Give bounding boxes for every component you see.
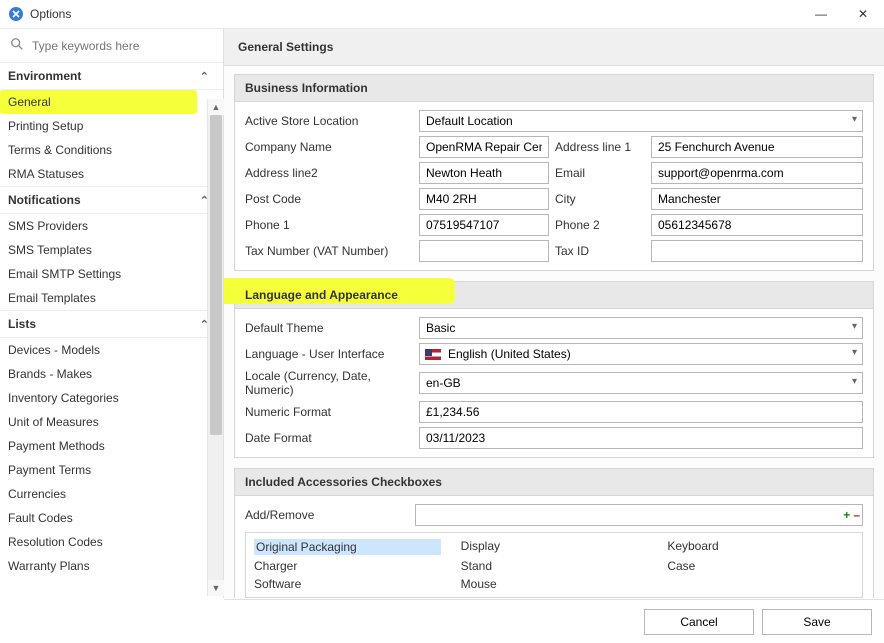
appearance-panel: Language and Appearance Default Theme La… xyxy=(234,281,874,458)
sidebar-section-title: Notifications xyxy=(8,193,81,207)
lang-select[interactable] xyxy=(419,343,863,365)
scroll-down-icon[interactable]: ▼ xyxy=(208,580,224,596)
add-accessory-button[interactable]: + xyxy=(843,508,850,522)
store-select[interactable] xyxy=(419,110,863,132)
scroll-up-icon[interactable]: ▲ xyxy=(208,99,224,115)
minimize-button[interactable]: — xyxy=(812,7,830,21)
accessory-item[interactable]: Mouse xyxy=(461,577,648,591)
lang-label: Language - User Interface xyxy=(245,347,413,361)
sidebar-section-title: Environment xyxy=(8,69,81,83)
addr1-label: Address line 1 xyxy=(555,140,645,154)
sidebar-item[interactable]: Printing Setup xyxy=(0,114,223,138)
accessories-list: Original Packaging Display Keyboard Charger… xyxy=(245,532,863,598)
addr2-label: Address line2 xyxy=(245,166,413,180)
company-input[interactable] xyxy=(419,136,549,158)
accessory-item[interactable]: Keyboard xyxy=(667,539,854,555)
sidebar-item[interactable]: Email Templates xyxy=(0,286,223,310)
dialog-footer: Cancel Save xyxy=(224,599,884,643)
phone2-label: Phone 2 xyxy=(555,218,645,232)
sidebar: Environment ⌃GeneralPrinting SetupTerms &… xyxy=(0,29,224,598)
search-icon xyxy=(10,37,24,54)
chevron-up-icon: ⌃ xyxy=(200,70,209,83)
sidebar-section-title: Lists xyxy=(8,317,36,331)
flag-us-icon xyxy=(425,349,441,360)
sidebar-item[interactable]: Devices - Models xyxy=(0,338,223,362)
city-label: City xyxy=(555,192,645,206)
sidebar-item[interactable]: Fault Codes xyxy=(0,506,223,530)
numfmt-input[interactable] xyxy=(419,401,863,423)
title-bar: Options — ✕ xyxy=(0,0,884,28)
addr2-input[interactable] xyxy=(419,162,549,184)
accessories-header: Included Accessories Checkboxes xyxy=(235,469,873,496)
email-input[interactable] xyxy=(651,162,863,184)
sidebar-item[interactable]: Terms & Conditions xyxy=(0,138,223,162)
appearance-header: Language and Appearance xyxy=(235,282,873,309)
sidebar-item[interactable]: SMS Providers xyxy=(0,214,223,238)
datefmt-label: Date Format xyxy=(245,431,413,445)
sidebar-item[interactable]: Email SMTP Settings xyxy=(0,262,223,286)
sidebar-section-header[interactable]: Lists⌃ xyxy=(0,310,223,338)
page-title: General Settings xyxy=(224,29,884,66)
accessories-panel: Included Accessories Checkboxes Add/Remo… xyxy=(234,468,874,598)
datefmt-input[interactable] xyxy=(419,427,863,449)
accessory-item[interactable]: Software xyxy=(254,577,441,591)
search-input[interactable] xyxy=(30,38,190,54)
phone2-input[interactable] xyxy=(651,214,863,236)
sidebar-item[interactable]: Unit of Measures xyxy=(0,410,223,434)
save-button[interactable]: Save xyxy=(762,609,872,635)
sidebar-item[interactable]: Resolution Codes xyxy=(0,530,223,554)
accessory-item[interactable]: Charger xyxy=(254,559,441,573)
content-area: General Settings Business Information Ac… xyxy=(224,29,884,598)
vat-input[interactable] xyxy=(419,240,549,262)
sidebar-item[interactable]: Brands - Makes xyxy=(0,362,223,386)
sidebar-item[interactable]: SMS Templates xyxy=(0,238,223,262)
sidebar-item[interactable]: Inventory Categories xyxy=(0,386,223,410)
theme-label: Default Theme xyxy=(245,321,413,335)
business-info-header: Business Information xyxy=(235,75,873,102)
theme-select[interactable] xyxy=(419,317,863,339)
postcode-label: Post Code xyxy=(245,192,413,206)
window-title: Options xyxy=(30,7,71,21)
sidebar-item[interactable]: Payment Terms xyxy=(0,458,223,482)
sidebar-item[interactable]: Warranty Plans xyxy=(0,554,223,578)
business-info-panel: Business Information Active Store Locati… xyxy=(234,74,874,271)
sidebar-scrollbar[interactable]: ▲ ▼ xyxy=(207,99,223,596)
accessory-item[interactable]: Original Packaging xyxy=(254,539,441,555)
accessory-item[interactable]: Stand xyxy=(461,559,648,573)
sidebar-item[interactable]: General xyxy=(0,90,197,114)
accessory-item[interactable]: Display xyxy=(461,539,648,555)
email-label: Email xyxy=(555,166,645,180)
cancel-button[interactable]: Cancel xyxy=(644,609,754,635)
addr1-input[interactable] xyxy=(651,136,863,158)
sidebar-item[interactable]: Payment Methods xyxy=(0,434,223,458)
company-label: Company Name xyxy=(245,140,413,154)
close-button[interactable]: ✕ xyxy=(854,7,872,21)
vat-label: Tax Number (VAT Number) xyxy=(245,244,413,258)
add-remove-input[interactable] xyxy=(416,505,843,525)
sidebar-item[interactable]: Currencies xyxy=(0,482,223,506)
add-remove-label: Add/Remove xyxy=(245,508,407,522)
app-icon xyxy=(8,6,24,22)
postcode-input[interactable] xyxy=(419,188,549,210)
scroll-thumb[interactable] xyxy=(210,115,222,435)
sidebar-section-header[interactable]: Notifications⌃ xyxy=(0,186,223,214)
accessory-item[interactable]: Case xyxy=(667,559,854,573)
sidebar-item[interactable]: RMA Statuses xyxy=(0,162,223,186)
city-input[interactable] xyxy=(651,188,863,210)
taxid-input[interactable] xyxy=(651,240,863,262)
sidebar-section-header[interactable]: Environment ⌃ xyxy=(0,62,223,90)
phone1-label: Phone 1 xyxy=(245,218,413,232)
taxid-label: Tax ID xyxy=(555,244,645,258)
phone1-input[interactable] xyxy=(419,214,549,236)
store-label: Active Store Location xyxy=(245,114,413,128)
remove-accessory-button[interactable]: – xyxy=(853,508,860,522)
numfmt-label: Numeric Format xyxy=(245,405,413,419)
locale-label: Locale (Currency, Date, Numeric) xyxy=(245,369,413,397)
locale-select[interactable] xyxy=(419,372,863,394)
